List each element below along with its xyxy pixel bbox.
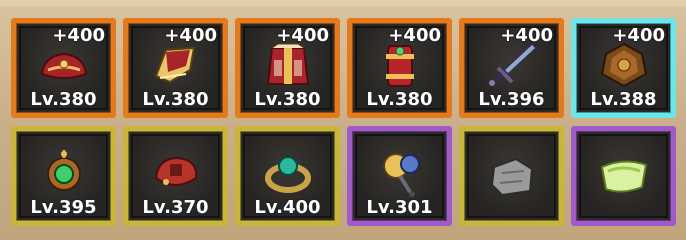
ornate-crest-icon [600,42,647,88]
item-slot[interactable]: +400 Lv.396 [459,18,564,118]
level-label: Lv.380 [142,89,209,110]
inventory-panel: +400 Lv.380 +400 Lv.380 +400 Lv.380 +400… [0,0,686,240]
item-slot[interactable]: +400 Lv.380 [347,18,452,118]
key-bundle-icon [382,153,420,197]
bonus-label: +400 [612,25,665,46]
level-label: Lv.380 [254,89,321,110]
level-label: Lv.380 [30,89,97,110]
sword-icon [488,42,537,86]
gem-amulet-icon [46,150,81,191]
gem-ring-icon [264,156,311,193]
item-slot[interactable]: Lv.301 [347,126,452,226]
bonus-label: +400 [276,25,329,46]
item-slot[interactable]: +400 Lv.388 [571,18,676,118]
stone-icon [490,157,533,197]
level-label: Lv.396 [478,89,545,110]
shoulder-armor-icon [154,46,195,84]
item-slot[interactable]: +400 Lv.380 [235,18,340,118]
item-slot[interactable] [459,126,564,226]
level-label: Lv.400 [254,197,321,218]
hat-icon [40,52,87,79]
level-label: Lv.301 [366,197,433,218]
bracer-icon [385,45,414,87]
chest-armor-icon [266,43,309,85]
item-slot[interactable]: Lv.370 [123,126,228,226]
scroll-horn-icon [600,160,647,193]
item-slot[interactable]: Lv.400 [235,126,340,226]
bonus-label: +400 [500,25,553,46]
level-label: Lv.388 [590,89,657,110]
bonus-label: +400 [52,25,105,46]
item-slot[interactable]: +400 Lv.380 [123,18,228,118]
item-slot[interactable]: +400 Lv.380 [11,18,116,118]
level-label: Lv.370 [142,197,209,218]
equipment-grid: +400 Lv.380 +400 Lv.380 +400 Lv.380 +400… [11,18,676,230]
item-slot[interactable]: Lv.395 [11,126,116,226]
bonus-label: +400 [388,25,441,46]
level-label: Lv.395 [30,197,97,218]
gauntlet-icon [154,156,197,186]
level-label: Lv.380 [366,89,433,110]
bonus-label: +400 [164,25,217,46]
item-slot[interactable] [571,126,676,226]
